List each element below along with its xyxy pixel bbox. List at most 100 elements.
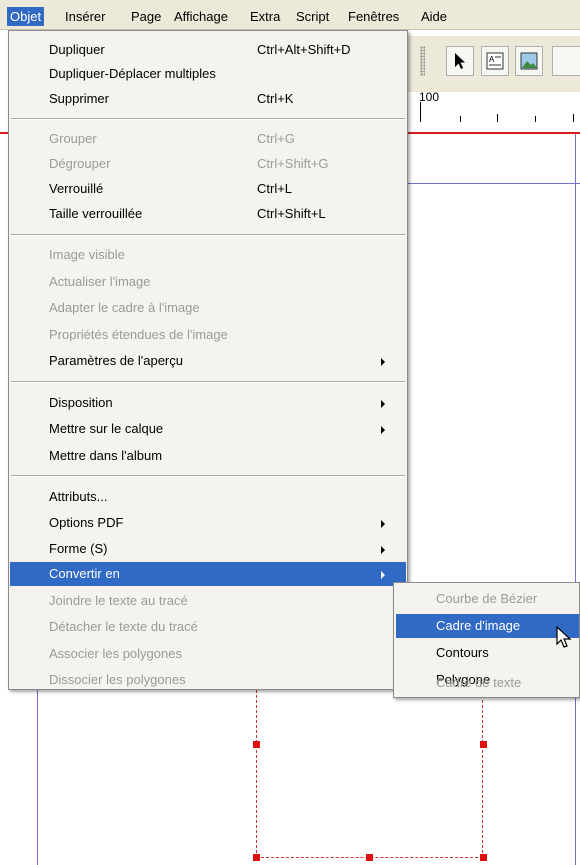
menu-item-label: Propriétés étendues de l'image	[49, 327, 228, 342]
menu-item-label: Paramètres de l'aperçu	[49, 353, 183, 368]
menu-item-label: Dégrouper	[49, 156, 111, 171]
menu-item-label: Supprimer	[49, 91, 109, 106]
menu-item-forme[interactable]: Forme (S)	[10, 537, 406, 561]
menu-item-label: Associer les polygones	[49, 646, 182, 661]
image-frame-icon	[520, 52, 538, 70]
menu-item-image-visible[interactable]: Image visible	[10, 243, 406, 267]
menu-item-dissocier-polygones[interactable]: Dissocier les polygones	[10, 668, 406, 692]
menu-item-label: Attributs...	[49, 489, 108, 504]
submenu-arrow-icon	[381, 426, 385, 434]
menu-item-actualiser-image[interactable]: Actualiser l'image	[10, 270, 406, 294]
menu-item-label: Adapter le cadre à l'image	[49, 300, 200, 315]
menu-item-label: Mettre dans l'album	[49, 448, 163, 463]
text-frame-tool-button[interactable]: A	[481, 46, 509, 76]
menu-item-grouper[interactable]: Grouper Ctrl+G	[10, 127, 406, 151]
menu-item-dupliquer[interactable]: Dupliquer Ctrl+Alt+Shift+D	[10, 38, 406, 62]
menu-item-mettre-album[interactable]: Mettre dans l'album	[10, 444, 406, 468]
menu-item-supprimer[interactable]: Supprimer Ctrl+K	[10, 87, 406, 111]
guide-line	[408, 183, 580, 184]
submenu-item-contours[interactable]: Contours	[396, 641, 579, 665]
menu-item-label: Options PDF	[49, 515, 124, 530]
resize-handle[interactable]	[480, 741, 487, 748]
menu-item-label: Courbe de Bézier	[436, 591, 538, 606]
menu-item-label: Détacher le texte du tracé	[49, 619, 198, 634]
menu-fenetres[interactable]: Fenêtres	[345, 7, 402, 26]
menu-separator	[11, 118, 405, 120]
submenu-item-cadre-texte[interactable]: Cadre de texte	[396, 671, 579, 695]
guide-line	[575, 134, 576, 865]
menu-item-shortcut: Ctrl+Alt+Shift+D	[257, 42, 351, 57]
submenu-item-courbe-bezier[interactable]: Courbe de Bézier	[396, 587, 579, 611]
menu-item-attributs[interactable]: Attributs...	[10, 485, 406, 509]
menu-script[interactable]: Script	[293, 7, 332, 26]
ruler-label: 100	[419, 90, 440, 104]
menu-item-label: Actualiser l'image	[49, 274, 151, 289]
menu-item-label: Dupliquer	[49, 42, 105, 57]
image-frame-tool-button[interactable]	[515, 46, 543, 76]
menu-item-label: Convertir en	[49, 566, 120, 581]
resize-handle[interactable]	[366, 854, 373, 861]
menu-item-label: Grouper	[49, 131, 97, 146]
menu-item-shortcut: Ctrl+Shift+L	[257, 206, 326, 221]
submenu-arrow-icon	[381, 520, 385, 528]
menu-item-convertir-en[interactable]: Convertir en	[10, 562, 406, 586]
menu-bar: Objet Insérer Page Affichage Extra Scrip…	[0, 0, 580, 30]
menu-item-label: Image visible	[49, 247, 125, 262]
menu-item-label: Joindre le texte au tracé	[49, 593, 188, 608]
menu-page[interactable]: Page	[128, 7, 164, 26]
menu-item-label: Taille verrouillée	[49, 206, 143, 221]
menu-extra[interactable]: Extra	[247, 7, 283, 26]
more-tools-button[interactable]	[552, 46, 580, 76]
menu-separator	[11, 475, 405, 477]
resize-handle[interactable]	[480, 854, 487, 861]
menu-item-dupliquer-deplacer[interactable]: Dupliquer-Déplacer multiples	[10, 62, 406, 86]
menu-item-label: Verrouillé	[49, 181, 104, 196]
menu-item-label: Dupliquer-Déplacer multiples	[49, 66, 216, 81]
objet-dropdown-menu: Dupliquer Ctrl+Alt+Shift+D Dupliquer-Dép…	[8, 30, 408, 690]
menu-inserer[interactable]: Insérer	[62, 7, 108, 26]
svg-text:A: A	[489, 55, 495, 64]
menu-item-joindre-texte[interactable]: Joindre le texte au tracé	[10, 589, 406, 613]
arrow-pointer-icon	[455, 53, 465, 69]
submenu-arrow-icon	[381, 546, 385, 554]
convertir-en-submenu: Courbe de Bézier Cadre d'image Contours …	[393, 582, 580, 698]
text-frame-icon: A	[486, 52, 504, 70]
submenu-arrow-icon	[381, 358, 385, 366]
menu-item-shortcut: Ctrl+K	[257, 91, 294, 106]
menu-item-label: Disposition	[49, 395, 113, 410]
menu-item-shortcut: Ctrl+G	[257, 131, 295, 146]
menu-item-taille-verrouillee[interactable]: Taille verrouillée Ctrl+Shift+L	[10, 202, 406, 226]
menu-item-verrouille[interactable]: Verrouillé Ctrl+L	[10, 177, 406, 201]
menu-separator	[11, 234, 405, 236]
menu-item-label: Dissocier les polygones	[49, 672, 186, 687]
menu-item-associer-polygones[interactable]: Associer les polygones	[10, 642, 406, 666]
menu-item-label: Cadre de texte	[436, 675, 522, 690]
guide-line	[37, 690, 38, 865]
menu-affichage[interactable]: Affichage	[171, 7, 231, 26]
menu-item-shortcut: Ctrl+L	[257, 181, 293, 196]
selected-frame[interactable]	[256, 690, 483, 858]
menu-aide[interactable]: Aide	[418, 7, 450, 26]
menu-item-detacher-texte[interactable]: Détacher le texte du tracé	[10, 615, 406, 639]
menu-item-label: Cadre d'image	[436, 618, 521, 633]
toolbar-grip[interactable]	[420, 46, 425, 76]
resize-handle[interactable]	[253, 854, 260, 861]
select-tool-button[interactable]	[446, 46, 474, 76]
submenu-arrow-icon	[381, 400, 385, 408]
menu-item-parametres-apercu[interactable]: Paramètres de l'aperçu	[10, 349, 406, 373]
menu-objet[interactable]: Objet	[7, 7, 45, 26]
menu-item-disposition[interactable]: Disposition	[10, 391, 406, 415]
menu-item-options-pdf[interactable]: Options PDF	[10, 511, 406, 535]
submenu-item-cadre-image[interactable]: Cadre d'image	[396, 614, 579, 638]
mouse-cursor-icon	[556, 626, 572, 648]
menu-item-mettre-sur-calque[interactable]: Mettre sur le calque	[10, 417, 406, 441]
menu-item-label: Mettre sur le calque	[49, 421, 164, 436]
menu-separator	[11, 381, 405, 383]
menu-item-label: Contours	[436, 645, 489, 660]
menu-item-label: Forme (S)	[49, 541, 108, 556]
menu-item-adapter-cadre[interactable]: Adapter le cadre à l'image	[10, 296, 406, 320]
menu-item-degrouper[interactable]: Dégrouper Ctrl+Shift+G	[10, 152, 406, 176]
menu-item-proprietes-image[interactable]: Propriétés étendues de l'image	[10, 323, 406, 347]
menu-item-shortcut: Ctrl+Shift+G	[257, 156, 329, 171]
resize-handle[interactable]	[253, 741, 260, 748]
